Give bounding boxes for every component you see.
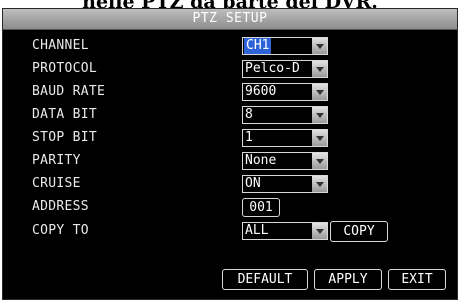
stop-bit-value: 1 xyxy=(245,130,253,145)
cruise-label: CRUISE xyxy=(32,176,81,191)
stop-bit-label: STOP BIT xyxy=(32,130,98,145)
parity-select[interactable]: None xyxy=(242,152,328,170)
baud-rate-row: BAUD RATE 9600 xyxy=(3,83,457,103)
parity-value: None xyxy=(245,153,277,168)
address-label: ADDRESS xyxy=(32,199,89,214)
chevron-down-icon[interactable] xyxy=(312,84,327,100)
data-bit-select[interactable]: 8 xyxy=(242,106,328,124)
chevron-down-icon[interactable] xyxy=(312,38,327,54)
channel-row: CHANNEL CH1 xyxy=(3,37,457,57)
chevron-down-icon[interactable] xyxy=(312,223,327,239)
dialog-title: PTZ SETUP xyxy=(3,9,457,30)
chevron-down-icon[interactable] xyxy=(312,176,327,192)
address-input[interactable]: 001 xyxy=(242,198,280,217)
ptz-setup-dialog: PTZ SETUP CHANNEL CH1 PROTOCOL Pelco-D B… xyxy=(2,8,458,300)
channel-label: CHANNEL xyxy=(32,38,89,53)
chevron-down-icon[interactable] xyxy=(312,153,327,169)
baud-rate-select[interactable]: 9600 xyxy=(242,83,328,101)
protocol-label: PROTOCOL xyxy=(32,61,98,76)
default-button[interactable]: DEFAULT xyxy=(222,269,308,290)
address-row: ADDRESS 001 xyxy=(3,198,457,218)
protocol-row: PROTOCOL Pelco-D xyxy=(3,60,457,80)
exit-button[interactable]: EXIT xyxy=(388,269,446,290)
copy-to-select[interactable]: ALL xyxy=(242,222,328,240)
apply-button[interactable]: APPLY xyxy=(314,269,382,290)
chevron-down-icon[interactable] xyxy=(312,61,327,77)
channel-select[interactable]: CH1 xyxy=(242,37,328,55)
parity-row: PARITY None xyxy=(3,152,457,172)
baud-rate-label: BAUD RATE xyxy=(32,84,106,99)
copy-to-row: COPY TO ALL COPY xyxy=(3,221,457,242)
cruise-select[interactable]: ON xyxy=(242,175,328,193)
copy-to-label: COPY TO xyxy=(32,223,89,238)
chevron-down-icon[interactable] xyxy=(312,107,327,123)
protocol-select[interactable]: Pelco-D xyxy=(242,60,328,78)
data-bit-label: DATA BIT xyxy=(32,107,98,122)
data-bit-row: DATA BIT 8 xyxy=(3,106,457,126)
cruise-row: CRUISE ON xyxy=(3,175,457,195)
data-bit-value: 8 xyxy=(245,107,253,122)
copy-button[interactable]: COPY xyxy=(330,221,388,242)
chevron-down-icon[interactable] xyxy=(312,130,327,146)
stop-bit-select[interactable]: 1 xyxy=(242,129,328,147)
copy-to-value: ALL xyxy=(245,223,269,238)
parity-label: PARITY xyxy=(32,153,81,168)
channel-value: CH1 xyxy=(244,38,272,54)
protocol-value: Pelco-D xyxy=(245,61,300,76)
stop-bit-row: STOP BIT 1 xyxy=(3,129,457,149)
cruise-value: ON xyxy=(245,176,261,191)
baud-rate-value: 9600 xyxy=(245,84,277,99)
